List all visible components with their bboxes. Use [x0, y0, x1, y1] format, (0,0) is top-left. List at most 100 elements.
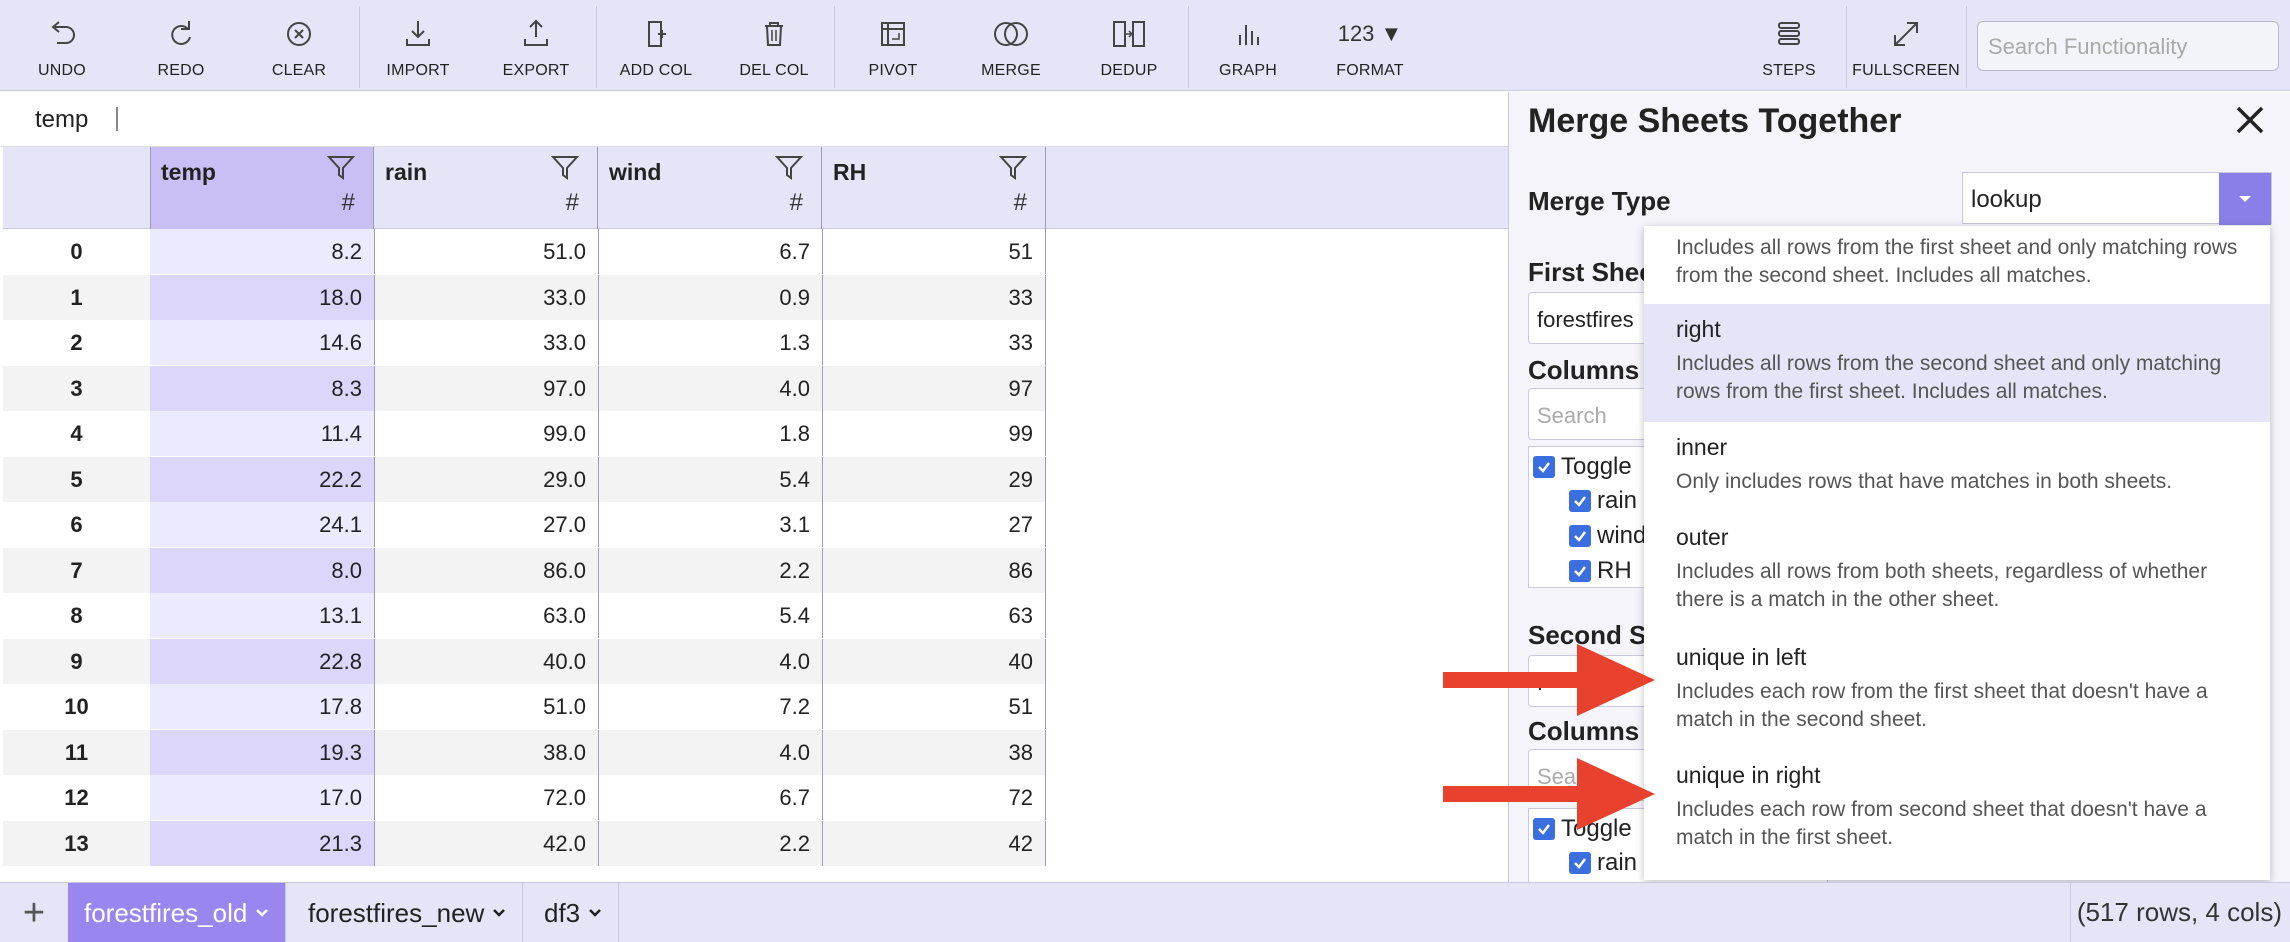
chevron-down-icon[interactable]: [255, 908, 269, 918]
dedup-button[interactable]: DEDUP: [1089, 0, 1169, 91]
table-cell[interactable]: 13.1: [150, 593, 375, 638]
table-cell[interactable]: 4.0: [599, 729, 823, 775]
table-cell[interactable]: 97.0: [375, 365, 599, 411]
sheet-tab-forestfires-old[interactable]: forestfires_old: [68, 883, 287, 942]
merge-option-right[interactable]: right Includes all rows from the second …: [1644, 304, 2270, 422]
filter-icon[interactable]: [775, 155, 803, 181]
table-cell[interactable]: 7.2: [599, 684, 823, 729]
sheet-tab-df3[interactable]: df3: [528, 883, 620, 942]
graph-button[interactable]: GRAPH: [1208, 0, 1288, 91]
filter-icon[interactable]: [999, 155, 1027, 181]
table-cell[interactable]: 3.1: [599, 502, 823, 547]
table-cell[interactable]: 72: [823, 775, 1046, 820]
format-button[interactable]: 123 ▼ FORMAT: [1327, 0, 1413, 91]
table-cell[interactable]: 22.2: [150, 456, 375, 502]
fullscreen-button[interactable]: FULLSCREEN: [1852, 0, 1960, 91]
table-cell[interactable]: 27: [823, 502, 1046, 547]
column-header-wind[interactable]: wind #: [599, 147, 822, 229]
column-checkbox-wind[interactable]: wind: [1569, 522, 1646, 550]
column-checkbox-rh[interactable]: RH: [1569, 557, 1632, 585]
merge-option-outer[interactable]: outer Includes all rows from both sheets…: [1644, 512, 2270, 632]
redo-button[interactable]: REDO: [141, 0, 221, 91]
table-cell[interactable]: 8.0: [150, 547, 375, 593]
table-cell[interactable]: 11.4: [150, 411, 375, 456]
export-button[interactable]: EXPORT: [496, 0, 576, 91]
table-cell[interactable]: 6.7: [599, 229, 823, 274]
merge-option-unique-in-left[interactable]: unique in left Includes each row from th…: [1644, 632, 2270, 750]
clear-button[interactable]: CLEAR: [259, 0, 339, 91]
table-cell[interactable]: 33: [823, 320, 1046, 365]
table-cell[interactable]: 17.8: [150, 684, 375, 729]
column-checkbox-rain[interactable]: rain: [1569, 487, 1637, 515]
table-cell[interactable]: 40: [823, 638, 1046, 684]
merge-option-inner[interactable]: inner Only includes rows that have match…: [1644, 422, 2270, 512]
table-cell[interactable]: 51: [823, 684, 1046, 729]
table-cell[interactable]: 2.2: [599, 820, 823, 866]
search-functionality-input[interactable]: Search Functionality: [1977, 21, 2279, 71]
table-cell[interactable]: 38.0: [375, 729, 599, 775]
chevron-down-icon[interactable]: [492, 908, 506, 918]
table-cell[interactable]: 18.0: [150, 274, 375, 320]
close-icon[interactable]: [2230, 100, 2270, 140]
table-cell[interactable]: 33: [823, 274, 1046, 320]
table-cell[interactable]: 99.0: [375, 411, 599, 456]
table-cell[interactable]: 8.2: [150, 229, 375, 274]
table-cell[interactable]: 27.0: [375, 502, 599, 547]
merge-option-unique-in-right[interactable]: unique in right Includes each row from s…: [1644, 750, 2270, 880]
delete-column-button[interactable]: DEL COL: [729, 0, 819, 91]
merge-button[interactable]: MERGE: [971, 0, 1051, 91]
import-button[interactable]: IMPORT: [378, 0, 458, 91]
table-cell[interactable]: 51.0: [375, 229, 599, 274]
table-cell[interactable]: 42: [823, 820, 1046, 866]
chevron-down-icon[interactable]: [588, 908, 602, 918]
merge-option-left[interactable]: Includes all rows from the first sheet a…: [1644, 226, 2270, 304]
table-cell[interactable]: 63.0: [375, 593, 599, 638]
undo-button[interactable]: UNDO: [22, 0, 102, 91]
table-cell[interactable]: 14.6: [150, 320, 375, 365]
add-sheet-button[interactable]: +: [0, 883, 68, 942]
merge-type-select[interactable]: lookup: [1962, 172, 2272, 225]
table-cell[interactable]: 8.3: [150, 365, 375, 411]
filter-icon[interactable]: [327, 155, 355, 181]
table-cell[interactable]: 29: [823, 456, 1046, 502]
table-cell[interactable]: 4.0: [599, 638, 823, 684]
table-cell[interactable]: 1.8: [599, 411, 823, 456]
table-cell[interactable]: 72.0: [375, 775, 599, 820]
table-cell[interactable]: 5.4: [599, 593, 823, 638]
table-cell[interactable]: 19.3: [150, 729, 375, 775]
table-cell[interactable]: 21.3: [150, 820, 375, 866]
column-header-temp[interactable]: temp #: [150, 147, 374, 229]
table-cell[interactable]: 1.3: [599, 320, 823, 365]
table-cell[interactable]: 33.0: [375, 274, 599, 320]
table-cell[interactable]: 5.4: [599, 456, 823, 502]
table-cell[interactable]: 33.0: [375, 320, 599, 365]
toggle-all-checkbox-1[interactable]: Toggle: [1533, 453, 1632, 481]
table-cell[interactable]: 2.2: [599, 547, 823, 593]
column-checkbox-rain-2[interactable]: rain: [1569, 849, 1637, 877]
table-cell[interactable]: 0.9: [599, 274, 823, 320]
table-cell[interactable]: 99: [823, 411, 1046, 456]
pivot-button[interactable]: PIVOT: [853, 0, 933, 91]
table-cell[interactable]: 40.0: [375, 638, 599, 684]
table-cell[interactable]: 42.0: [375, 820, 599, 866]
table-cell[interactable]: 17.0: [150, 775, 375, 820]
steps-button[interactable]: STEPS: [1749, 0, 1829, 91]
table-cell[interactable]: 63: [823, 593, 1046, 638]
column-header-rh[interactable]: RH #: [823, 147, 1046, 229]
table-cell[interactable]: 24.1: [150, 502, 375, 547]
formula-bar[interactable]: temp: [0, 92, 1508, 147]
table-cell[interactable]: 86.0: [375, 547, 599, 593]
filter-icon[interactable]: [551, 155, 579, 181]
table-cell[interactable]: 51: [823, 229, 1046, 274]
table-cell[interactable]: 38: [823, 729, 1046, 775]
sheet-tab-forestfires-new[interactable]: forestfires_new: [292, 883, 524, 942]
table-cell[interactable]: 29.0: [375, 456, 599, 502]
table-cell[interactable]: 51.0: [375, 684, 599, 729]
table-cell[interactable]: 4.0: [599, 365, 823, 411]
table-cell[interactable]: 22.8: [150, 638, 375, 684]
chevron-down-icon[interactable]: [2219, 173, 2271, 225]
table-cell[interactable]: 97: [823, 365, 1046, 411]
table-cell[interactable]: 86: [823, 547, 1046, 593]
column-header-rain[interactable]: rain #: [375, 147, 598, 229]
table-cell[interactable]: 6.7: [599, 775, 823, 820]
